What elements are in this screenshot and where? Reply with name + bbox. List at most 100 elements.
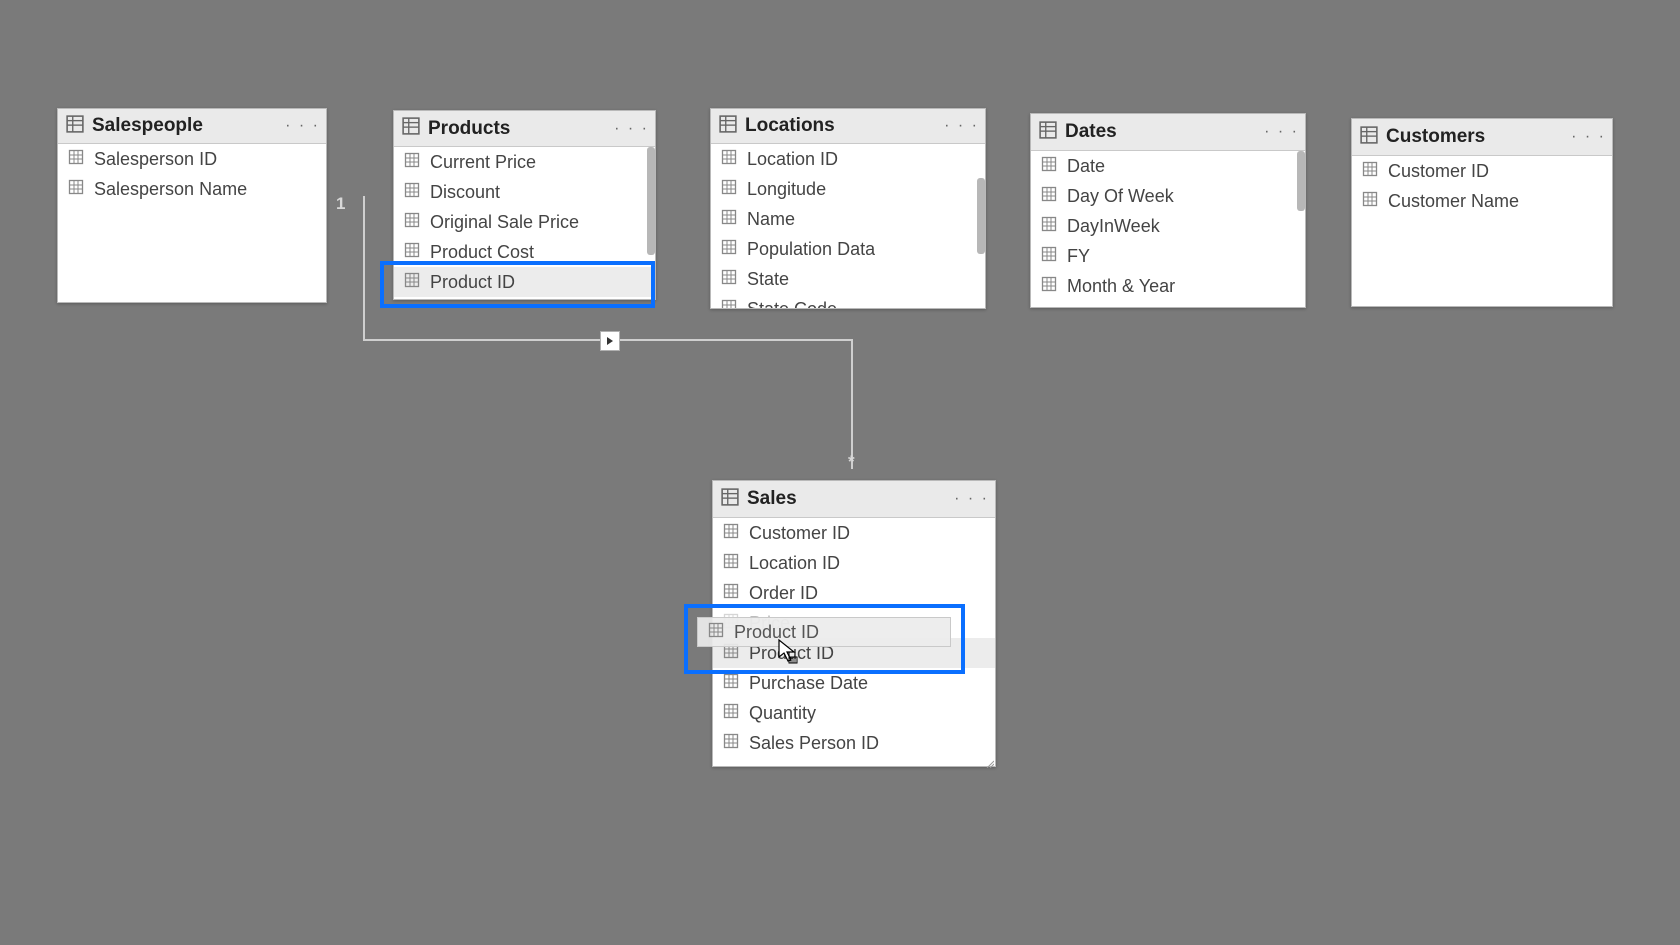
table-menu-button[interactable]: · · · xyxy=(285,118,320,134)
table-menu-button[interactable]: · · · xyxy=(1264,124,1299,140)
table-field-list[interactable]: Current Price Discount Original Sale Pri… xyxy=(394,147,655,299)
table-locations[interactable]: Locations · · · Location ID Longitude Na… xyxy=(710,108,986,309)
field-dayinweek[interactable]: DayInWeek xyxy=(1031,211,1305,241)
column-icon xyxy=(68,149,84,170)
table-title: Locations xyxy=(745,115,835,137)
field-customer-id[interactable]: Customer ID xyxy=(713,518,995,548)
field-label: Name xyxy=(747,209,795,230)
table-header[interactable]: Salespeople · · · xyxy=(58,109,326,144)
drag-ghost-label: Product ID xyxy=(734,622,819,643)
column-icon xyxy=(721,179,737,200)
field-purchase-date[interactable]: Purchase Date xyxy=(713,668,995,698)
field-longitude[interactable]: Longitude xyxy=(711,174,985,204)
table-menu-button[interactable]: · · · xyxy=(1571,129,1606,145)
table-header[interactable]: Dates · · · xyxy=(1031,114,1305,151)
field-name[interactable]: Name xyxy=(711,204,985,234)
column-icon xyxy=(1041,186,1057,207)
table-salespeople[interactable]: Salespeople · · · Salesperson ID Salespe… xyxy=(57,108,327,303)
table-header[interactable]: Customers · · · xyxy=(1352,119,1612,156)
field-location-id[interactable]: Location ID xyxy=(713,548,995,578)
field-label: Date xyxy=(1067,156,1105,177)
field-product-id[interactable]: Product ID xyxy=(394,267,655,297)
column-icon xyxy=(404,182,420,203)
scrollbar-thumb[interactable] xyxy=(977,178,985,254)
column-icon xyxy=(404,272,420,293)
field-label: Salesperson Name xyxy=(94,179,247,200)
field-label: State xyxy=(747,269,789,290)
relationship-cardinality-many: * xyxy=(848,452,855,472)
field-quantity[interactable]: Quantity xyxy=(713,698,995,728)
field-state-code[interactable]: State Code xyxy=(711,294,985,308)
field-label: Customer ID xyxy=(1388,161,1489,182)
field-discount[interactable]: Discount xyxy=(394,177,655,207)
column-icon xyxy=(1041,246,1057,267)
field-label: Order ID xyxy=(749,583,818,604)
field-day-of-week[interactable]: Day Of Week xyxy=(1031,181,1305,211)
field-label: FY xyxy=(1067,246,1090,267)
table-products[interactable]: Products · · · Current Price Discount Or… xyxy=(393,110,656,300)
field-current-price[interactable]: Current Price xyxy=(394,147,655,177)
field-label: DayInWeek xyxy=(1067,216,1160,237)
column-icon xyxy=(1362,191,1378,212)
field-label: Product ID xyxy=(430,272,515,293)
table-title: Products xyxy=(428,118,510,140)
field-population-data[interactable]: Population Data xyxy=(711,234,985,264)
field-label: Longitude xyxy=(747,179,826,200)
scrollbar-thumb[interactable] xyxy=(647,147,655,255)
relationship-direction-arrow[interactable] xyxy=(600,331,620,351)
field-product-cost[interactable]: Product Cost xyxy=(394,237,655,267)
field-salesperson-id[interactable]: Salesperson ID xyxy=(58,144,326,174)
column-icon xyxy=(721,269,737,290)
table-menu-button[interactable]: · · · xyxy=(614,121,649,137)
table-header[interactable]: Products · · · xyxy=(394,111,655,147)
table-field-list[interactable]: Date Day Of Week DayInWeek FY Month & Ye… xyxy=(1031,151,1305,307)
column-icon xyxy=(721,209,737,230)
relationship-line[interactable] xyxy=(363,196,365,341)
table-icon xyxy=(1039,121,1057,144)
table-icon xyxy=(66,115,84,138)
field-month-year[interactable]: Month & Year xyxy=(1031,271,1305,301)
field-customer-id[interactable]: Customer ID xyxy=(1352,156,1612,186)
relationship-line[interactable] xyxy=(851,339,853,469)
table-header[interactable]: Locations · · · xyxy=(711,109,985,144)
field-date[interactable]: Date xyxy=(1031,151,1305,181)
field-label: Customer Name xyxy=(1388,191,1519,212)
field-original-sale-price[interactable]: Original Sale Price xyxy=(394,207,655,237)
table-field-list[interactable]: Customer ID Customer Name xyxy=(1352,156,1612,306)
table-customers[interactable]: Customers · · · Customer ID Customer Nam… xyxy=(1351,118,1613,307)
scrollbar-thumb[interactable] xyxy=(1297,151,1305,211)
field-label: Discount xyxy=(430,182,500,203)
column-icon xyxy=(723,553,739,574)
table-icon xyxy=(719,115,737,138)
field-label: Location ID xyxy=(749,553,840,574)
field-fy[interactable]: FY xyxy=(1031,241,1305,271)
field-state[interactable]: State xyxy=(711,264,985,294)
table-field-list[interactable]: Location ID Longitude Name Population Da… xyxy=(711,144,985,308)
column-icon xyxy=(721,149,737,170)
field-label: State Code xyxy=(747,299,837,309)
drag-ghost-field: Product ID xyxy=(697,617,951,647)
table-menu-button[interactable]: · · · xyxy=(944,118,979,134)
table-icon xyxy=(1360,126,1378,149)
field-location-id[interactable]: Location ID xyxy=(711,144,985,174)
table-title: Customers xyxy=(1386,126,1485,148)
field-order-id[interactable]: Order ID xyxy=(713,578,995,608)
table-title: Salespeople xyxy=(92,115,203,137)
table-icon xyxy=(721,488,739,511)
table-header[interactable]: Sales · · · xyxy=(713,481,995,518)
field-label: Product Cost xyxy=(430,242,534,263)
column-icon xyxy=(68,179,84,200)
field-salesperson-name[interactable]: Salesperson Name xyxy=(58,174,326,204)
model-canvas[interactable]: 1 * Salespeople · · · Salesperson ID Sal… xyxy=(0,0,1680,945)
field-sales-person-id[interactable]: Sales Person ID xyxy=(713,728,995,758)
field-label: Sales Person ID xyxy=(749,733,879,754)
table-menu-button[interactable]: · · · xyxy=(954,491,989,507)
resize-grip[interactable] xyxy=(984,755,994,765)
table-dates[interactable]: Dates · · · Date Day Of Week DayInWeek F… xyxy=(1030,113,1306,308)
field-customer-name[interactable]: Customer Name xyxy=(1352,186,1612,216)
table-icon xyxy=(402,117,420,140)
field-label: Current Price xyxy=(430,152,536,173)
column-icon xyxy=(1041,156,1057,177)
field-label: Quantity xyxy=(749,703,816,724)
table-field-list[interactable]: Salesperson ID Salesperson Name xyxy=(58,144,326,302)
